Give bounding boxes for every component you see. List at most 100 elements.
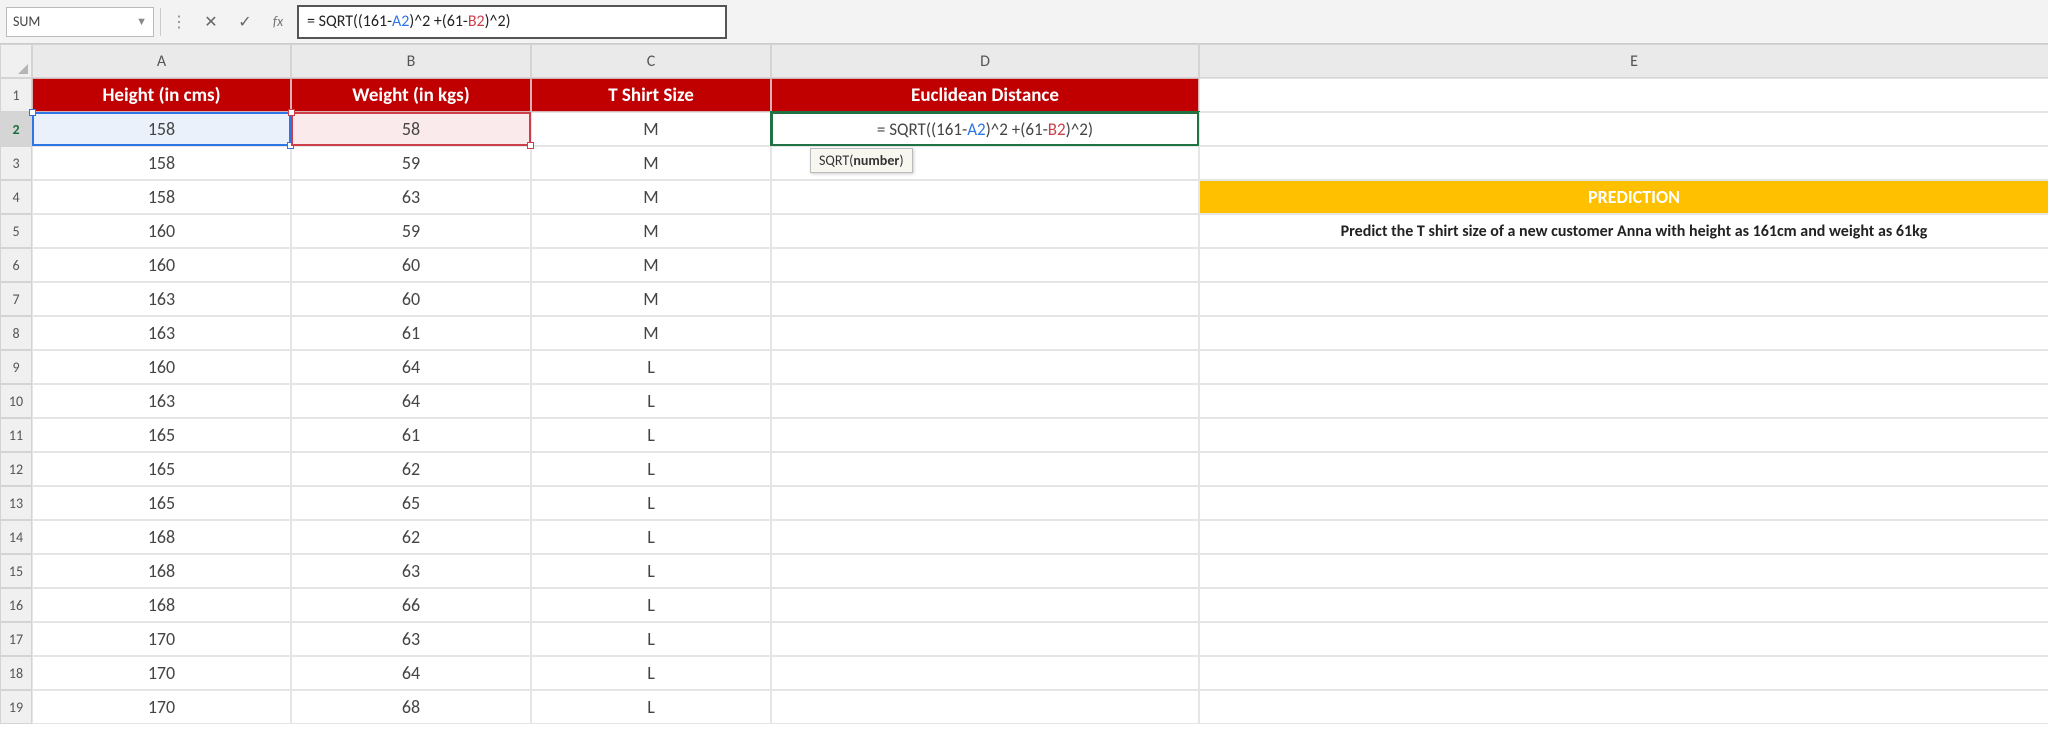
cell[interactable] xyxy=(1199,588,2048,622)
cell[interactable]: 59 xyxy=(291,146,531,180)
cell[interactable]: 59 xyxy=(291,214,531,248)
cell[interactable]: L xyxy=(531,622,771,656)
cell-D2-editing[interactable]: = SQRT((161-A2)^2 +(61-B2)^2) xyxy=(771,112,1199,146)
cell[interactable]: M xyxy=(531,248,771,282)
cell[interactable]: 61 xyxy=(291,316,531,350)
cell[interactable] xyxy=(771,418,1199,452)
cell[interactable] xyxy=(1199,622,2048,656)
row-header[interactable]: 1 xyxy=(0,78,32,112)
row-header[interactable]: 8 xyxy=(0,316,32,350)
range-handle[interactable] xyxy=(527,142,534,149)
cell[interactable]: 160 xyxy=(32,214,291,248)
row-header[interactable]: 6 xyxy=(0,248,32,282)
fx-icon[interactable]: fx xyxy=(265,13,291,30)
row-header[interactable]: 19 xyxy=(0,690,32,724)
range-handle[interactable] xyxy=(29,109,36,116)
cell[interactable]: 63 xyxy=(291,622,531,656)
cell[interactable] xyxy=(771,622,1199,656)
cell[interactable]: 60 xyxy=(291,248,531,282)
cell[interactable]: 61 xyxy=(291,418,531,452)
cell[interactable]: L xyxy=(531,486,771,520)
cell[interactable] xyxy=(1199,452,2048,486)
cell[interactable] xyxy=(1199,282,2048,316)
cell[interactable]: M xyxy=(531,214,771,248)
row-header[interactable]: 12 xyxy=(0,452,32,486)
prediction-header[interactable]: PREDICTION xyxy=(1199,180,2048,214)
row-header[interactable]: 10 xyxy=(0,384,32,418)
cell[interactable]: M xyxy=(531,316,771,350)
cell[interactable]: M xyxy=(531,282,771,316)
cell[interactable] xyxy=(771,282,1199,316)
cell[interactable]: 66 xyxy=(291,588,531,622)
cell[interactable]: 60 xyxy=(291,282,531,316)
row-header[interactable]: 9 xyxy=(0,350,32,384)
cell[interactable] xyxy=(771,248,1199,282)
cell[interactable]: 170 xyxy=(32,656,291,690)
cell[interactable]: 170 xyxy=(32,690,291,724)
row-header[interactable]: 5 xyxy=(0,214,32,248)
cell[interactable] xyxy=(771,350,1199,384)
enter-button[interactable]: ✓ xyxy=(231,8,259,36)
cell[interactable]: 62 xyxy=(291,452,531,486)
row-header[interactable]: 4 xyxy=(0,180,32,214)
cell[interactable] xyxy=(1199,656,2048,690)
cell[interactable]: L xyxy=(531,452,771,486)
cell[interactable]: 63 xyxy=(291,554,531,588)
cell[interactable] xyxy=(1199,520,2048,554)
cell[interactable] xyxy=(771,690,1199,724)
range-handle[interactable] xyxy=(288,109,295,116)
cell-B2[interactable]: 58 xyxy=(291,112,531,146)
cell[interactable]: 165 xyxy=(32,452,291,486)
cell[interactable]: L xyxy=(531,350,771,384)
row-header[interactable]: 13 xyxy=(0,486,32,520)
cell[interactable]: L xyxy=(531,690,771,724)
cell[interactable]: 62 xyxy=(291,520,531,554)
row-header[interactable]: 15 xyxy=(0,554,32,588)
col-header-C[interactable]: C xyxy=(531,44,771,78)
row-header[interactable]: 3 xyxy=(0,146,32,180)
cell[interactable] xyxy=(771,588,1199,622)
cell[interactable] xyxy=(771,214,1199,248)
cell[interactable] xyxy=(771,486,1199,520)
col-header-B[interactable]: B xyxy=(291,44,531,78)
row-header[interactable]: 16 xyxy=(0,588,32,622)
name-box[interactable]: SUM ▼ xyxy=(6,7,154,37)
row-header[interactable]: 17 xyxy=(0,622,32,656)
cell[interactable]: 160 xyxy=(32,350,291,384)
cell[interactable]: 165 xyxy=(32,486,291,520)
cell[interactable] xyxy=(1199,384,2048,418)
cell[interactable]: 163 xyxy=(32,282,291,316)
cancel-button[interactable]: ✕ xyxy=(197,8,225,36)
chevron-down-icon[interactable]: ▼ xyxy=(136,15,147,28)
cell[interactable]: 165 xyxy=(32,418,291,452)
cell[interactable] xyxy=(1199,350,2048,384)
cell[interactable] xyxy=(771,316,1199,350)
cell[interactable]: M xyxy=(531,146,771,180)
cell[interactable] xyxy=(1199,112,2048,146)
cell[interactable] xyxy=(771,554,1199,588)
cell-C2[interactable]: M xyxy=(531,112,771,146)
row-header[interactable]: 18 xyxy=(0,656,32,690)
cell[interactable]: 158 xyxy=(32,146,291,180)
cell[interactable]: L xyxy=(531,588,771,622)
cell[interactable] xyxy=(771,520,1199,554)
row-header[interactable]: 2 xyxy=(0,112,32,146)
cell-A2[interactable]: 158 xyxy=(32,112,291,146)
cell[interactable] xyxy=(771,452,1199,486)
cell[interactable]: 168 xyxy=(32,588,291,622)
cell[interactable] xyxy=(1199,316,2048,350)
cell[interactable] xyxy=(1199,78,2048,112)
cell[interactable]: L xyxy=(531,418,771,452)
col-header-E[interactable]: E xyxy=(1199,44,2048,78)
cell[interactable]: 63 xyxy=(291,180,531,214)
prediction-text[interactable]: Predict the T shirt size of a new custom… xyxy=(1199,214,2048,248)
row-header[interactable]: 7 xyxy=(0,282,32,316)
cell[interactable]: 68 xyxy=(291,690,531,724)
col-header-D[interactable]: D xyxy=(771,44,1199,78)
cell[interactable]: L xyxy=(531,554,771,588)
cell[interactable]: 160 xyxy=(32,248,291,282)
cell[interactable] xyxy=(1199,486,2048,520)
table-header[interactable]: Euclidean Distance xyxy=(771,78,1199,112)
cell[interactable] xyxy=(1199,146,2048,180)
cell[interactable]: 64 xyxy=(291,350,531,384)
